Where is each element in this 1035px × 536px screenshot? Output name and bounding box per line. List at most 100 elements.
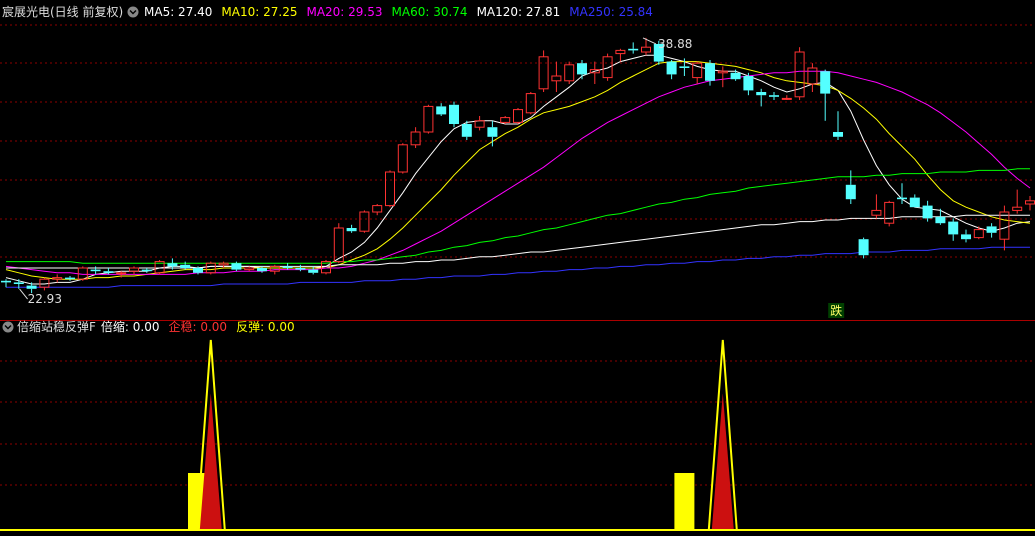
candle-up [385, 170, 395, 208]
candle-up [1025, 196, 1035, 211]
candle-body [705, 63, 715, 81]
candle-body [244, 267, 255, 271]
candle-down [295, 264, 306, 272]
candle-body [449, 104, 459, 124]
candle-body [820, 71, 831, 94]
ma-legend-item: MA10: 27.25 [221, 5, 297, 19]
ma-line-ma5 [5, 54, 1031, 285]
candle-body [909, 197, 920, 208]
indicator-spike-red [711, 393, 734, 530]
moving-average-lines [5, 54, 1031, 288]
candle-body [525, 93, 536, 114]
candle-up [615, 48, 626, 62]
candle-up [551, 61, 562, 92]
candles [1, 37, 1035, 294]
candle-body [999, 211, 1010, 240]
candle-up [372, 204, 383, 216]
ma-legend-item: MA20: 29.53 [306, 5, 382, 19]
candle-down [1, 279, 11, 288]
indicator-title: 倍缩站稳反弹F [17, 319, 96, 334]
candle-body [397, 144, 408, 173]
candle-up [602, 53, 613, 81]
candle-body [436, 106, 447, 115]
candle-body [577, 63, 587, 75]
candle-body [13, 282, 24, 284]
candle-body [513, 109, 523, 123]
candle-up [717, 66, 728, 88]
grid-lines [0, 24, 1035, 486]
candle-body [129, 267, 139, 272]
candle-body [1012, 206, 1023, 211]
candle-up [359, 210, 370, 233]
candle-body [1, 280, 11, 283]
candle-body [346, 228, 357, 232]
candle-down [487, 120, 498, 147]
candle-down [666, 60, 677, 80]
indicator-legend-item: 倍缩: 0.00 [101, 319, 160, 334]
candle-down [65, 276, 75, 281]
ma-legend-item: MA120: 27.81 [477, 5, 561, 19]
candle-up [589, 61, 600, 84]
candle-body [666, 61, 677, 75]
candle-body [756, 92, 767, 96]
candle-body [884, 201, 895, 224]
candle-up [807, 63, 818, 92]
candle-body [781, 97, 792, 100]
candle-body [308, 269, 319, 273]
candle-down [820, 69, 831, 121]
candle-body [116, 272, 127, 275]
candle-body [769, 95, 779, 97]
chevron-down-icon[interactable] [2, 321, 14, 333]
candle-down [948, 218, 959, 241]
candle-down [141, 268, 152, 273]
candle-down [346, 224, 357, 233]
candle-body [205, 262, 216, 274]
indicator-spike-red [199, 393, 222, 530]
candle-up [525, 92, 536, 115]
candle-up [205, 261, 216, 275]
candle-body [461, 124, 472, 137]
candle-body [717, 70, 728, 74]
candle-up [538, 50, 549, 92]
candle-body [193, 268, 203, 273]
indicator-panel [0, 339, 1035, 531]
candle-body [961, 234, 971, 240]
candle-body [487, 127, 498, 137]
candle-body [807, 67, 818, 85]
candle-body [564, 64, 575, 82]
candle-body [897, 197, 907, 200]
candle-body [641, 46, 651, 53]
candlestick-chart: 38.88 22.93 跌 宸展光电(日线 前复权) MA5: 27.40 MA1… [0, 4, 1035, 531]
low-price-label: 22.93 [28, 292, 62, 306]
candle-body [295, 268, 306, 270]
candle-up [871, 194, 882, 219]
candle-body [845, 184, 856, 200]
candle-up [513, 108, 523, 124]
candle-body [602, 56, 613, 79]
candle-body [858, 239, 869, 256]
candle-down [845, 170, 856, 204]
candle-body [282, 266, 293, 268]
candle-down [756, 88, 767, 107]
candle-up [781, 95, 792, 100]
candle-body [410, 131, 421, 146]
candle-body [90, 269, 101, 272]
candle-body [474, 120, 485, 128]
candle-body [103, 271, 114, 273]
chart-stage: 38.88 22.93 跌 宸展光电(日线 前复权) MA5: 27.40 MA1… [0, 0, 1035, 536]
candle-down [986, 223, 997, 238]
candle-body [218, 262, 229, 266]
candle-down [833, 111, 843, 140]
candle-up [1012, 189, 1023, 214]
candle-down [909, 194, 920, 208]
candle-down [436, 103, 447, 116]
candle-body [871, 209, 882, 216]
chevron-down-icon[interactable] [127, 6, 139, 18]
indicator-bar [674, 473, 695, 530]
candle-down [935, 208, 946, 225]
chart-title: 宸展光电(日线 前复权) [2, 4, 123, 19]
ma-legend-item: MA5: 27.40 [144, 5, 212, 19]
high-price-label: 38.88 [658, 37, 692, 51]
candle-up [884, 200, 895, 227]
candle-body [628, 48, 639, 51]
